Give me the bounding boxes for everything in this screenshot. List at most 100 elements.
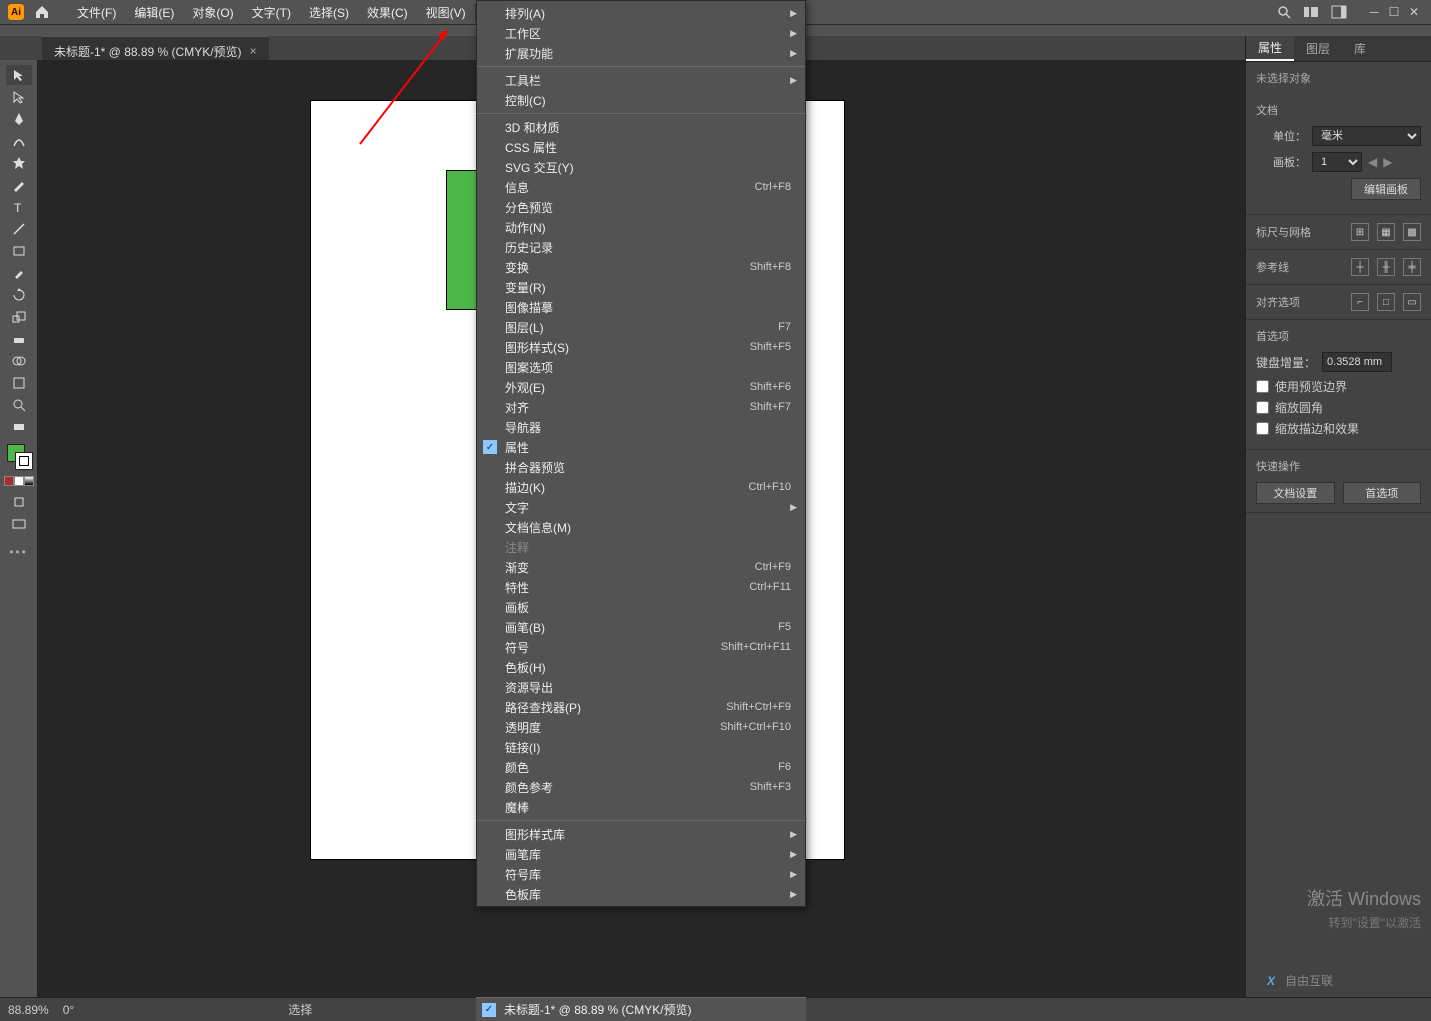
tool-selection[interactable]	[6, 65, 32, 85]
window-menu-doc-entry[interactable]: ✓ 未标题-1* @ 88.89 % (CMYK/预览)	[476, 997, 806, 1021]
color-mode-icons[interactable]	[4, 476, 34, 486]
menu-item-属性[interactable]: ✓属性	[477, 437, 805, 457]
menu-item-历史记录[interactable]: 历史记录	[477, 237, 805, 257]
tool-star[interactable]	[6, 153, 32, 173]
menu-item-画笔库[interactable]: 画笔库▶	[477, 844, 805, 864]
prev-artboard-icon[interactable]: ◀	[1368, 155, 1377, 169]
screen-mode[interactable]	[6, 514, 32, 534]
doc-setup-button[interactable]: 文档设置	[1256, 482, 1335, 504]
menu-item-分色预览[interactable]: 分色预览	[477, 197, 805, 217]
menu-item-符号[interactable]: 符号Shift+Ctrl+F11	[477, 637, 805, 657]
menu-item-色板库[interactable]: 色板库▶	[477, 884, 805, 904]
menu-item-颜色[interactable]: 颜色F6	[477, 757, 805, 777]
artboard-select[interactable]: 1	[1312, 152, 1362, 172]
menu-type[interactable]: 文字(T)	[243, 4, 300, 21]
menu-item-透明度[interactable]: 透明度Shift+Ctrl+F10	[477, 717, 805, 737]
rotation-value[interactable]: 0°	[63, 1003, 74, 1017]
guide-icon-3[interactable]: ╪	[1403, 258, 1421, 276]
menu-item-变量r[interactable]: 变量(R)	[477, 277, 805, 297]
tool-direct-selection[interactable]	[6, 87, 32, 107]
align-icon-3[interactable]: ▭	[1403, 293, 1421, 311]
menu-item-工具栏[interactable]: 工具栏▶	[477, 70, 805, 90]
tool-gradient[interactable]	[6, 417, 32, 437]
guide-icon-1[interactable]: ┼	[1351, 258, 1369, 276]
tool-eyedropper[interactable]	[6, 263, 32, 283]
menu-item-特性[interactable]: 特性Ctrl+F11	[477, 577, 805, 597]
chk-preview-bounds[interactable]	[1256, 380, 1269, 393]
tool-zoom[interactable]	[6, 395, 32, 415]
search-icon[interactable]	[1277, 5, 1291, 19]
tool-eraser[interactable]	[6, 329, 32, 349]
stroke-color[interactable]	[15, 452, 33, 470]
home-icon[interactable]	[34, 4, 50, 20]
menu-effect[interactable]: 效果(C)	[358, 4, 417, 21]
menu-object[interactable]: 对象(O)	[183, 4, 242, 21]
tool-artboard[interactable]	[6, 373, 32, 393]
window-maximize[interactable]: ☐	[1387, 5, 1401, 19]
menu-item-拼合器预览[interactable]: 拼合器预览	[477, 457, 805, 477]
guide-icon-2[interactable]: ╫	[1377, 258, 1395, 276]
menu-item-魔棒[interactable]: 魔棒	[477, 797, 805, 817]
tool-rectangle[interactable]	[6, 241, 32, 261]
tool-pen[interactable]	[6, 109, 32, 129]
chk-scale-corners[interactable]	[1256, 401, 1269, 414]
menu-item-描边k[interactable]: 描边(K)Ctrl+F10	[477, 477, 805, 497]
menu-item-颜色参考[interactable]: 颜色参考Shift+F3	[477, 777, 805, 797]
menu-item-图案选项[interactable]: 图案选项	[477, 357, 805, 377]
tool-line[interactable]	[6, 219, 32, 239]
tool-curvature[interactable]	[6, 131, 32, 151]
menu-item-导航器[interactable]: 导航器	[477, 417, 805, 437]
menu-item-文字[interactable]: 文字▶	[477, 497, 805, 517]
align-icon-1[interactable]: ⌐	[1351, 293, 1369, 311]
panel-tab-properties[interactable]: 属性	[1246, 36, 1294, 61]
tool-paintbrush[interactable]	[6, 175, 32, 195]
tool-shape-builder[interactable]	[6, 351, 32, 371]
menu-item-图像描摹[interactable]: 图像描摹	[477, 297, 805, 317]
menu-item-渐变[interactable]: 渐变Ctrl+F9	[477, 557, 805, 577]
menu-item-画笔b[interactable]: 画笔(B)F5	[477, 617, 805, 637]
menu-item-3d和材质[interactable]: 3D 和材质	[477, 117, 805, 137]
menu-item-外观e[interactable]: 外观(E)Shift+F6	[477, 377, 805, 397]
menu-view[interactable]: 视图(V)	[417, 4, 475, 21]
menu-item-排列a[interactable]: 排列(A)▶	[477, 3, 805, 23]
zoom-level[interactable]: 88.89%	[8, 1003, 49, 1017]
menu-edit[interactable]: 编辑(E)	[125, 4, 183, 21]
panel-tab-layers[interactable]: 图层	[1294, 36, 1342, 61]
menu-item-画板[interactable]: 画板	[477, 597, 805, 617]
menu-item-色板h[interactable]: 色板(H)	[477, 657, 805, 677]
menu-item-信息[interactable]: 信息Ctrl+F8	[477, 177, 805, 197]
transparency-grid-icon[interactable]: ▩	[1403, 223, 1421, 241]
grid-icon[interactable]: ▦	[1377, 223, 1395, 241]
unit-select[interactable]: 毫米	[1312, 126, 1421, 146]
edit-artboard-button[interactable]: 编辑画板	[1351, 178, 1421, 200]
menu-item-控制c[interactable]: 控制(C)	[477, 90, 805, 110]
draw-mode[interactable]	[6, 492, 32, 512]
close-icon[interactable]: ×	[250, 44, 257, 58]
window-close[interactable]: ✕	[1407, 5, 1421, 19]
window-minimize[interactable]: ─	[1367, 5, 1381, 19]
key-increment-input[interactable]	[1322, 352, 1392, 372]
arrange-docs-icon[interactable]	[1303, 5, 1319, 19]
menu-item-动作n[interactable]: 动作(N)	[477, 217, 805, 237]
menu-item-对齐[interactable]: 对齐Shift+F7	[477, 397, 805, 417]
menu-item-css属性[interactable]: CSS 属性	[477, 137, 805, 157]
tool-type[interactable]: T	[6, 197, 32, 217]
edit-toolbar[interactable]: •••	[9, 545, 28, 559]
menu-select[interactable]: 选择(S)	[300, 4, 358, 21]
menu-item-工作区[interactable]: 工作区▶	[477, 23, 805, 43]
menu-item-扩展功能[interactable]: 扩展功能▶	[477, 43, 805, 63]
menu-item-图形样式s[interactable]: 图形样式(S)Shift+F5	[477, 337, 805, 357]
tool-rotate[interactable]	[6, 285, 32, 305]
menu-item-图形样式库[interactable]: 图形样式库▶	[477, 824, 805, 844]
tool-scale[interactable]	[6, 307, 32, 327]
menu-item-资源导出[interactable]: 资源导出	[477, 677, 805, 697]
menu-item-文档信息m[interactable]: 文档信息(M)	[477, 517, 805, 537]
next-artboard-icon[interactable]: ▶	[1383, 155, 1392, 169]
menu-item-链接i[interactable]: 链接(I)	[477, 737, 805, 757]
menu-item-变换[interactable]: 变换Shift+F8	[477, 257, 805, 277]
ruler-icon[interactable]: ⊞	[1351, 223, 1369, 241]
chk-scale-strokes[interactable]	[1256, 422, 1269, 435]
workspace-switch-icon[interactable]	[1331, 5, 1347, 19]
color-well[interactable]	[7, 444, 31, 468]
panel-tab-libraries[interactable]: 库	[1342, 36, 1378, 61]
